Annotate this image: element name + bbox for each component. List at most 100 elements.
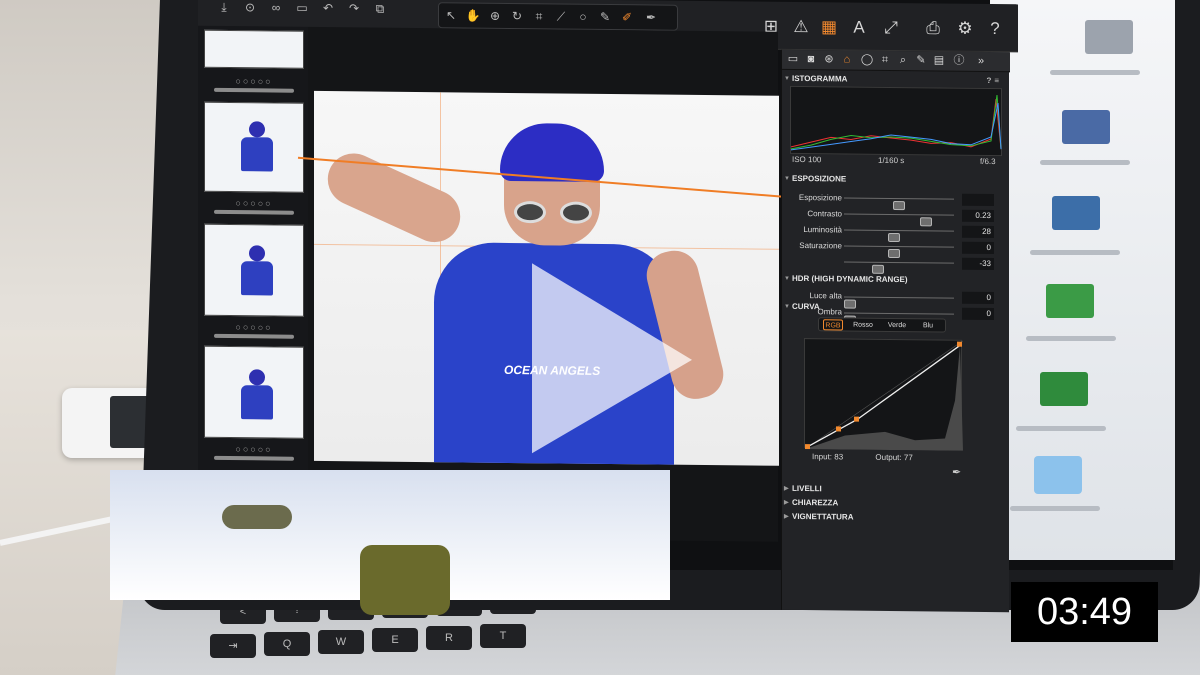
desktop-label [1030,250,1120,255]
crop-icon[interactable]: ⌗ [878,53,892,67]
slider-value[interactable] [962,193,994,207]
glasses-icon[interactable]: ∞ [268,0,284,16]
thumbnail-person [237,121,277,173]
slider-value[interactable]: 28 [962,225,994,239]
exposure-icon[interactable]: ▦ [818,16,840,38]
section-tools[interactable]: ?≡ [986,74,1002,88]
image-file-icon [1062,110,1110,144]
info-icon[interactable]: ⓘ [952,54,966,68]
focus-icon[interactable]: ⌕ [896,53,910,67]
slider-extra[interactable]: -33 [782,254,1010,274]
straighten-icon[interactable]: ⟋ [553,9,569,25]
play-icon[interactable] [532,263,692,455]
text-icon[interactable]: A [848,17,870,39]
input-value: 83 [834,452,844,462]
desktop-label [1016,426,1106,431]
histogram [790,85,1002,157]
thumbnail[interactable] [204,101,304,193]
pen-tool-icon[interactable]: ✐ [619,10,635,26]
rating-stars[interactable]: ○○○○○ [204,198,304,209]
rating-stars[interactable]: ○○○○○ [204,444,304,455]
section-title: CHIAREZZA [792,497,839,508]
section-curve[interactable]: CURVA [782,300,1010,316]
filmstrip: ○○○○○ ○○○○○ ○○○○○ ○○○○○ [198,25,308,497]
folder-icon[interactable]: ▭ [294,1,310,17]
goggle-lens [514,201,546,224]
more-icon[interactable]: » [974,54,988,68]
curve-channel-tabs: RGB Rosso Verde Blu [818,317,946,333]
video-file-icon [1052,196,1100,230]
slider-track[interactable] [844,197,954,211]
help-icon[interactable]: ? [984,18,1006,40]
key: W [318,630,364,654]
thumbnail-caption [214,333,294,339]
slider-track[interactable] [844,245,954,259]
camera-icon[interactable]: ◙ [804,52,818,66]
slider-value[interactable]: 0.23 [962,209,994,223]
folder-icon[interactable]: ▭ [786,52,800,66]
slider-value[interactable]: 0 [962,241,994,255]
picker-tool-icon[interactable]: ✒ [643,10,659,26]
tab-red[interactable]: Rosso [849,320,877,331]
main-photo[interactable]: OCEAN ANGELS [314,90,779,466]
key: T [480,624,526,648]
desktop-label [1040,160,1130,165]
rotate-icon[interactable]: ↻ [509,9,525,25]
video-file-icon [1046,284,1094,318]
desktop-label [1026,336,1116,341]
image-viewer: OCEAN ANGELS [308,26,779,542]
slider-track[interactable] [844,229,954,243]
tool-tabs: ▭ ◙ ⊛ ⌂ ◯ ⌗ ⌕ ✎ ▤ ⓘ » [782,49,1010,73]
crop-tool-icon[interactable]: ⌗ [531,9,547,25]
key: R [426,626,472,650]
key: E [372,628,418,652]
zoom-icon[interactable]: ⊕ [487,9,503,25]
slider-track[interactable] [844,213,954,227]
import-icon[interactable]: ⤓ [216,0,232,16]
cursor-tools-group: ↖ ✋ ⊕ ↻ ⌗ ⟋ ○ ✎ ✐ ✒ [438,2,678,31]
eyedropper-icon[interactable]: ✒ [952,466,966,480]
capture-icon[interactable]: ⊙ [242,0,258,16]
pan-icon[interactable]: ✋ [465,9,481,25]
print-icon[interactable]: ⎙ [922,17,944,39]
key: ⇥ [210,634,256,658]
video-frame: < ! " £ $ % ⇥ Q W E R T ⤓ ⊙ ∞ ▭ ↶ [0,0,1200,675]
color-icon[interactable]: ⊛ [822,52,836,66]
curve-editor[interactable] [804,338,964,451]
undo-icon[interactable]: ↶ [320,1,336,17]
redo-icon[interactable]: ↷ [346,1,362,17]
lens-icon[interactable]: ◯ [860,53,874,67]
curve-graph[interactable] [804,339,964,451]
thumbnail[interactable] [204,29,304,69]
tab-blue[interactable]: Blu [917,320,939,331]
pointer-icon[interactable]: ↖ [443,8,459,24]
desktop-label [1010,506,1100,511]
slider-value[interactable]: -33 [962,257,994,271]
tab-green[interactable]: Verde [883,320,911,331]
input-label: Input: [812,452,833,462]
desktop-label [1050,70,1140,75]
copy-icon[interactable]: ⧉ [372,2,388,18]
exposure-tab-icon[interactable]: ⌂ [840,52,854,66]
section-vignetting[interactable]: VIGNETTATURA [782,510,1010,526]
warning-icon[interactable]: ⚠ [790,16,812,38]
gear-icon[interactable]: ⚙ [954,18,976,40]
rating-stars[interactable]: ○○○○○ [204,322,304,333]
brush-tool-icon[interactable]: ✎ [597,10,613,26]
slider-label [788,254,842,255]
expand-icon[interactable]: ⤢ [880,17,902,39]
thumbnail[interactable] [204,223,304,317]
section-exposure[interactable]: ESPOSIZIONE [782,172,1010,188]
section-title: ESPOSIZIONE [792,173,847,184]
metadata-icon[interactable]: ▤ [932,53,946,67]
brush-icon[interactable]: ✎ [914,53,928,67]
background-figure [360,545,450,615]
section-title: LIVELLI [792,483,822,494]
thumbnail-caption [214,87,294,93]
thumbnail[interactable] [204,345,304,439]
tab-rgb[interactable]: RGB [823,319,843,331]
spot-icon[interactable]: ○ [575,10,591,26]
tools-panel: ▭ ◙ ⊛ ⌂ ◯ ⌗ ⌕ ✎ ▤ ⓘ » ISTOGRAMMA ?≡ [781,49,1010,613]
rating-stars[interactable]: ○○○○○ [204,76,304,87]
slider-track[interactable] [844,261,954,274]
